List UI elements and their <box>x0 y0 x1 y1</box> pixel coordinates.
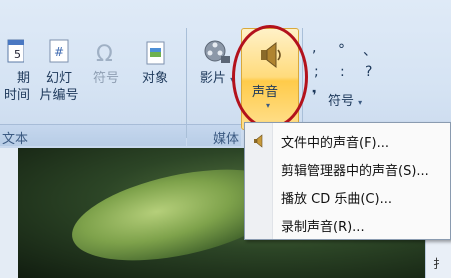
menu-item-sound-from-file[interactable]: 文件中的声音(F)... <box>245 129 450 153</box>
symbol-comma[interactable]: , <box>312 40 316 56</box>
sound-dropdown-menu: 文件中的声音(F)... 剪辑管理器中的声音(S)... 播放 CD 乐曲(C)… <box>244 122 451 240</box>
chevron-down-icon: ▾ <box>358 98 363 107</box>
left-pane-edge <box>0 148 18 278</box>
symbol-semicolon[interactable]: ; <box>314 64 319 80</box>
slide-number-button[interactable]: # 幻灯 片编号 <box>36 36 82 104</box>
omega-icon: Ω <box>96 42 113 67</box>
symbol-apostrophe[interactable]: ❜ <box>312 88 317 104</box>
group-separator <box>186 28 187 138</box>
date-time-button[interactable]: 5 期 时间 <box>0 36 30 104</box>
right-panel-tag: 扌 <box>433 257 446 271</box>
symbols-panel: , ° 、 ; : ? ❜ 符号 ▾ <box>308 40 388 110</box>
svg-text:Ω: Ω <box>96 42 113 67</box>
symbols-dropdown-button[interactable]: 符号 ▾ <box>328 90 362 109</box>
symbol-colon[interactable]: : <box>340 64 345 80</box>
menu-item-play-cd-track[interactable]: 播放 CD 乐曲(C)... <box>245 185 450 209</box>
object-button[interactable]: 对象 <box>133 36 177 87</box>
menu-item-record-sound[interactable]: 录制声音(R)... <box>245 213 450 237</box>
menu-item-sound-from-clip-organizer[interactable]: 剪辑管理器中的声音(S)... <box>245 157 450 181</box>
symbol-question[interactable]: ? <box>365 64 372 80</box>
text-group-label: 文本 <box>2 132 29 147</box>
calendar-icon: 5 <box>7 39 24 63</box>
object-icon <box>146 41 165 65</box>
symbol-button[interactable]: Ω 符号 <box>84 36 128 87</box>
film-reel-icon <box>204 40 230 63</box>
annotation-highlight-circle <box>232 25 308 129</box>
symbol-degree[interactable]: ° <box>338 42 345 58</box>
svg-text:#: # <box>54 45 64 59</box>
symbol-enum-comma[interactable]: 、 <box>363 40 377 60</box>
media-group-label: 媒体 <box>213 132 240 147</box>
svg-text:5: 5 <box>14 48 21 61</box>
speaker-icon <box>254 134 263 148</box>
hash-page-icon: # <box>49 39 69 63</box>
